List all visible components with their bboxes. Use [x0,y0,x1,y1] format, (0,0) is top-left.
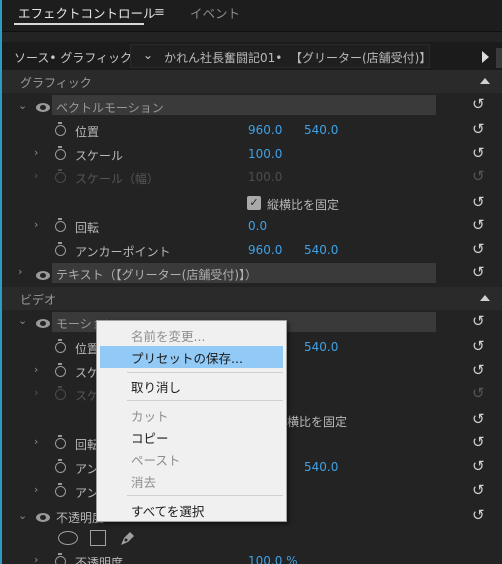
clip-name[interactable]: かれん社長奮闘記01• [164,49,282,66]
tab-effect-controls[interactable]: エフェクトコントロール [18,3,156,22]
scale-label: スケール [75,149,124,163]
eye-icon[interactable] [36,513,50,522]
video-anchor-label: アン [75,462,99,476]
anchor-point-label: アンカーポイント [75,245,171,259]
position-label: 位置 [75,125,100,139]
menu-item-rename[interactable]: 名前を変更... [131,326,205,345]
stopwatch-icon[interactable] [55,122,66,136]
chevron-down-icon[interactable]: ⌄ [143,48,153,62]
menu-item-select-all[interactable]: すべてを選択 [131,501,204,520]
scale-width-label: スケール（幅） [75,172,160,186]
active-tab-underline [14,23,144,25]
menu-item-cut[interactable]: カット [131,406,169,425]
menu-item-undo[interactable]: 取り消し [131,377,181,396]
position-y-value[interactable]: 540.0 [304,123,338,137]
vector-motion-label: ベクトルモーション [56,101,164,115]
stopwatch-icon[interactable] [55,242,66,256]
video-anchor2-label: アン [75,486,99,500]
effect-controls-panel: エフェクトコントロール ≡ イベント ソース• グラフィック ⌄ かれん社長奮闘… [0,0,502,564]
context-menu: 名前を変更... プリセットの保存... 取り消し カット コピー ペースト 消… [96,320,287,522]
pen-mask-icon[interactable] [118,528,138,548]
scale-value[interactable]: 100.0 [248,147,282,161]
stopwatch-icon[interactable] [55,363,66,377]
chevron-right-icon[interactable]: › [34,553,38,564]
video-section-header[interactable] [2,287,502,310]
reset-icon[interactable]: ↺ [472,146,488,161]
anchor-x-value[interactable]: 960.0 [248,243,282,257]
stopwatch-icon[interactable] [55,146,66,160]
eye-icon[interactable] [36,103,50,112]
chevron-down-icon[interactable]: ⌄ [18,509,27,522]
ellipse-mask-icon[interactable] [58,531,78,545]
clip-layer-name[interactable]: 【グリーター(店舗受付)】 [290,49,431,66]
menu-item-paste[interactable]: ペースト [131,450,180,469]
menu-item-copy[interactable]: コピー [131,428,169,447]
text-layer-label: テキスト（【グリーター(店舗受付)】） [56,268,258,282]
reset-icon[interactable]: ↺ [472,508,488,523]
chevron-right-icon[interactable]: › [34,363,38,376]
stopwatch-icon[interactable] [55,553,66,564]
reset-icon[interactable]: ↺ [472,412,488,427]
eye-icon[interactable] [36,319,50,328]
menu-separator [127,372,283,373]
chevron-right-icon[interactable]: › [34,218,38,231]
stopwatch-icon [55,169,66,183]
stopwatch-icon [55,386,66,400]
opacity-value[interactable]: 100.0 % [248,554,298,564]
video-position-y-value[interactable]: 540.0 [304,340,338,354]
chevron-right-icon[interactable]: › [18,265,22,278]
timeline-scroll[interactable] [496,48,502,68]
reset-icon[interactable]: ↺ [472,242,488,257]
stopwatch-icon[interactable] [55,435,66,449]
chevron-right-icon[interactable]: › [34,146,38,159]
chevron-right-icon[interactable]: › [34,483,38,496]
rectangle-mask-icon[interactable] [90,530,106,546]
opacity-label: 不透明度 [75,556,124,564]
menu-item-delete[interactable]: 消去 [131,472,156,491]
tab-events[interactable]: イベント [190,3,240,22]
reset-icon[interactable]: ↺ [472,218,488,233]
chevron-right-icon[interactable]: › [34,435,38,448]
reset-icon[interactable]: ↺ [472,265,488,280]
reset-icon[interactable]: ↺ [472,339,488,354]
stopwatch-icon[interactable] [55,339,66,353]
menu-separator [127,400,283,401]
collapse-up-icon[interactable] [480,78,490,84]
stopwatch-icon[interactable] [55,459,66,473]
uniform-scale-checkbox[interactable]: ✓ [247,196,261,210]
video-anchor-y-value[interactable]: 540.0 [304,460,338,474]
play-icon[interactable] [482,51,489,63]
scale-width-value: 100.0 [248,170,283,184]
reset-icon[interactable]: ↺ [472,435,488,450]
menu-separator [127,495,283,496]
stopwatch-icon[interactable] [55,218,66,232]
source-label: ソース• グラフィック [14,51,133,65]
chevron-right-icon: › [34,169,39,182]
reset-icon[interactable]: ↺ [472,314,488,329]
chevron-right-icon: › [34,386,39,399]
reset-icon[interactable]: ↺ [472,122,488,137]
reset-icon[interactable]: ↺ [472,195,488,210]
video-uniform-label: 横比を固定 [287,415,348,429]
reset-icon: ↺ [472,167,485,185]
graphic-header-label: グラフィック [20,76,92,90]
reset-icon: ↺ [472,384,485,402]
rotation-label: 回転 [75,221,100,235]
reset-icon[interactable]: ↺ [472,363,488,378]
panel-menu-icon[interactable]: ≡ [154,5,165,20]
chevron-down-icon[interactable]: ⌄ [18,314,27,327]
rotation-value[interactable]: 0.0 [248,219,267,233]
reset-icon[interactable]: ↺ [472,483,488,498]
video-header-label: ビデオ [20,293,57,307]
anchor-y-value[interactable]: 540.0 [304,243,338,257]
eye-icon[interactable] [36,271,50,280]
position-x-value[interactable]: 960.0 [248,123,282,137]
menu-item-save-preset[interactable]: プリセットの保存... [131,348,243,367]
uniform-scale-label: 縦横比を固定 [267,198,340,212]
reset-icon[interactable]: ↺ [472,97,488,112]
reset-icon[interactable]: ↺ [472,459,488,474]
chevron-down-icon[interactable]: ⌄ [18,99,27,112]
stopwatch-icon[interactable] [55,483,66,497]
collapse-up-icon[interactable] [480,295,490,301]
